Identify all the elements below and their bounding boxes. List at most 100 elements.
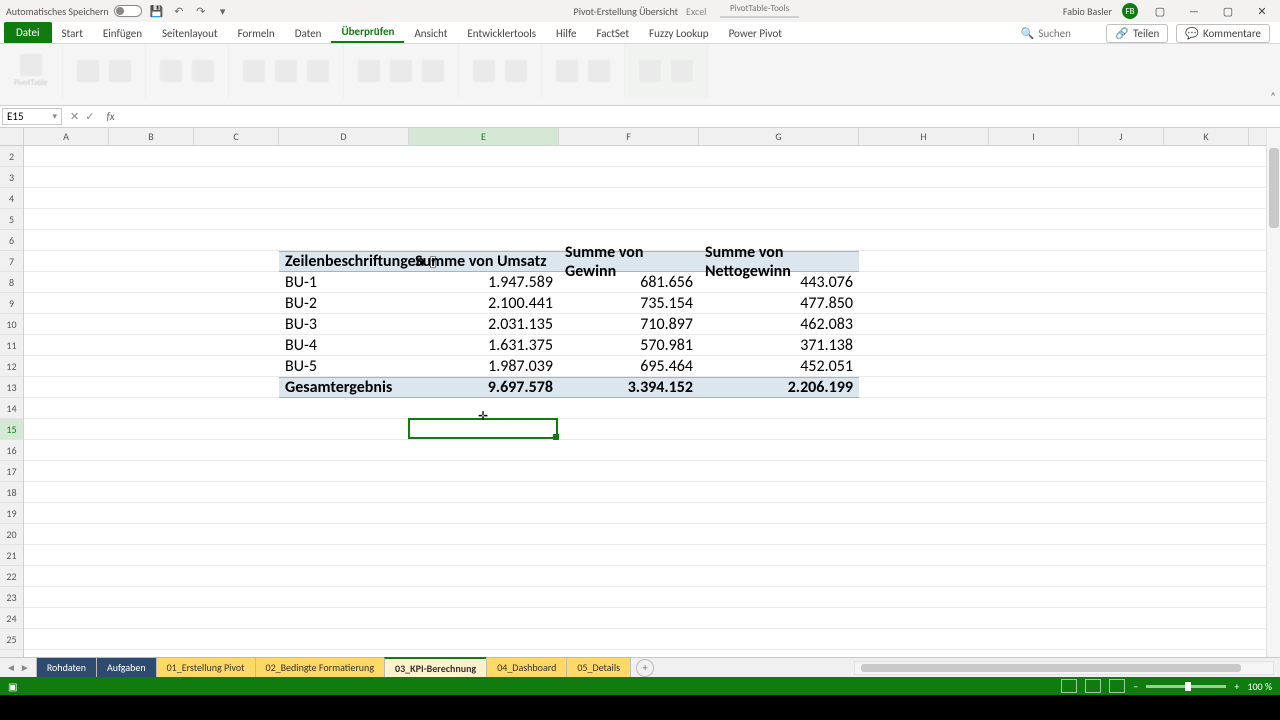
zoom-in-icon[interactable]: + xyxy=(1234,680,1239,693)
row-header-7[interactable]: 7 xyxy=(0,251,23,272)
cancel-formula-icon[interactable]: ✕ xyxy=(70,110,79,123)
record-macro-icon[interactable]: ▣ xyxy=(8,680,17,693)
sheet-nav-prev-icon[interactable]: ◄ xyxy=(6,661,16,674)
sheet-tab-bar: ◄ ► RohdatenAufgaben01_Erstellung Pivot0… xyxy=(0,657,1280,677)
row-header-14[interactable]: 14 xyxy=(0,398,23,419)
tab-fuzzy[interactable]: Fuzzy Lookup xyxy=(639,23,719,43)
tab-seitenlayout[interactable]: Seitenlayout xyxy=(152,23,228,43)
pivot-value-header: Summe von Gewinn xyxy=(559,251,699,272)
search-box[interactable]: 🔍 xyxy=(1021,27,1099,40)
comment-icon: 💬 xyxy=(1185,27,1199,40)
tab-daten[interactable]: Daten xyxy=(285,23,332,43)
sheet-tab[interactable]: 03_KPI-Berechnung xyxy=(384,657,487,678)
pivot-row-label-header: Zeilenbeschriftungen▾ xyxy=(279,251,409,272)
autosave-toggle[interactable]: Automatisches Speichern xyxy=(6,5,142,18)
enter-formula-icon[interactable]: ✓ xyxy=(85,110,94,123)
sheet-tab[interactable]: 01_Erstellung Pivot xyxy=(156,657,256,678)
row-header-10[interactable]: 10 xyxy=(0,314,23,335)
tab-datei[interactable]: Datei xyxy=(4,22,52,43)
col-header-G[interactable]: G xyxy=(699,128,859,145)
tab-powerpivot[interactable]: Power Pivot xyxy=(719,23,792,43)
tab-hilfe[interactable]: Hilfe xyxy=(546,23,586,43)
row-header-2[interactable]: 2 xyxy=(0,146,23,167)
zoom-out-icon[interactable]: − xyxy=(1133,680,1138,693)
col-header-A[interactable]: A xyxy=(24,128,109,145)
col-header-K[interactable]: K xyxy=(1164,128,1249,145)
undo-icon[interactable]: ↶ xyxy=(172,4,186,18)
zoom-level[interactable]: 100 % xyxy=(1247,680,1272,693)
row-header-15[interactable]: 15 xyxy=(0,419,23,440)
row-header-6[interactable]: 6 xyxy=(0,230,23,251)
ribbon-tabs: Datei Start Einfügen Seitenlayout Formel… xyxy=(0,22,1280,44)
col-header-D[interactable]: D xyxy=(279,128,409,145)
horizontal-scrollbar[interactable] xyxy=(854,661,1274,675)
row-header-16[interactable]: 16 xyxy=(0,440,23,461)
row-header-13[interactable]: 13 xyxy=(0,377,23,398)
col-header-I[interactable]: I xyxy=(989,128,1079,145)
row-header-4[interactable]: 4 xyxy=(0,188,23,209)
formula-input[interactable] xyxy=(121,110,1280,123)
share-button[interactable]: 🔗 Teilen xyxy=(1106,24,1168,43)
user-avatar[interactable]: FB xyxy=(1122,3,1138,19)
user-name: Fabio Basler xyxy=(1063,5,1112,18)
row-header-22[interactable]: 22 xyxy=(0,566,23,587)
tab-entwicklertools[interactable]: Entwicklertools xyxy=(457,23,546,43)
row-header-21[interactable]: 21 xyxy=(0,545,23,566)
tab-einfuegen[interactable]: Einfügen xyxy=(93,23,152,43)
ribbon-display-icon[interactable]: ▢ xyxy=(1148,2,1172,20)
row-header-9[interactable]: 9 xyxy=(0,293,23,314)
col-header-H[interactable]: H xyxy=(859,128,989,145)
collapse-ribbon-icon[interactable]: ˄ xyxy=(1270,90,1276,103)
sheet-nav-next-icon[interactable]: ► xyxy=(20,661,30,674)
sheet-tab[interactable]: Rohdaten xyxy=(36,657,97,678)
col-header-E[interactable]: E xyxy=(409,128,559,145)
row-header-12[interactable]: 12 xyxy=(0,356,23,377)
name-box[interactable]: E15 ▾ xyxy=(2,108,62,125)
close-icon[interactable]: ✕ xyxy=(1250,2,1274,20)
col-header-F[interactable]: F xyxy=(559,128,699,145)
qat-customize-icon[interactable]: ▾ xyxy=(216,4,230,18)
col-header-C[interactable]: C xyxy=(194,128,279,145)
zoom-slider[interactable] xyxy=(1146,685,1226,688)
row-header-20[interactable]: 20 xyxy=(0,524,23,545)
tab-ueberpruefen[interactable]: Überprüfen xyxy=(331,21,404,43)
spreadsheet-grid[interactable]: ABCDEFGHIJK 2345678910111213141516171819… xyxy=(0,128,1280,657)
tab-ansicht[interactable]: Ansicht xyxy=(404,23,457,43)
app-name: Excel xyxy=(686,5,707,18)
sheet-tab[interactable]: Aufgaben xyxy=(96,657,157,678)
row-header-25[interactable]: 25 xyxy=(0,629,23,650)
document-title: Pivot-Erstellung Übersicht xyxy=(574,5,678,18)
select-all-corner[interactable] xyxy=(0,128,24,146)
row-header-18[interactable]: 18 xyxy=(0,482,23,503)
maximize-icon[interactable]: ▢ xyxy=(1216,2,1240,20)
sheet-tab[interactable]: 05_Details xyxy=(566,657,631,678)
fx-icon[interactable]: fx xyxy=(100,110,120,123)
redo-icon[interactable]: ↷ xyxy=(194,4,208,18)
save-icon[interactable]: 💾 xyxy=(150,4,164,18)
row-header-17[interactable]: 17 xyxy=(0,461,23,482)
sheet-tab[interactable]: 02_Bedingte Formatierung xyxy=(255,657,386,678)
row-header-5[interactable]: 5 xyxy=(0,209,23,230)
row-header-23[interactable]: 23 xyxy=(0,587,23,608)
minimize-icon[interactable]: — xyxy=(1182,2,1206,20)
page-break-view-icon[interactable] xyxy=(1109,679,1125,693)
pivot-row-label: BU-3 xyxy=(279,314,409,335)
sheet-tab[interactable]: 04_Dashboard xyxy=(486,657,567,678)
add-sheet-button[interactable]: + xyxy=(636,659,654,677)
normal-view-icon[interactable] xyxy=(1061,679,1077,693)
tab-formeln[interactable]: Formeln xyxy=(228,23,285,43)
row-header-8[interactable]: 8 xyxy=(0,272,23,293)
row-header-11[interactable]: 11 xyxy=(0,335,23,356)
contextual-tab[interactable]: PivotTable-Tools xyxy=(720,3,799,18)
col-header-B[interactable]: B xyxy=(109,128,194,145)
row-header-19[interactable]: 19 xyxy=(0,503,23,524)
page-layout-view-icon[interactable] xyxy=(1085,679,1101,693)
col-header-J[interactable]: J xyxy=(1079,128,1164,145)
comments-button[interactable]: 💬 Kommentare xyxy=(1176,24,1270,43)
search-input[interactable] xyxy=(1038,27,1098,40)
row-header-24[interactable]: 24 xyxy=(0,608,23,629)
row-header-3[interactable]: 3 xyxy=(0,167,23,188)
vertical-scrollbar[interactable] xyxy=(1266,128,1280,657)
tab-factset[interactable]: FactSet xyxy=(587,23,640,43)
tab-start[interactable]: Start xyxy=(52,23,93,43)
